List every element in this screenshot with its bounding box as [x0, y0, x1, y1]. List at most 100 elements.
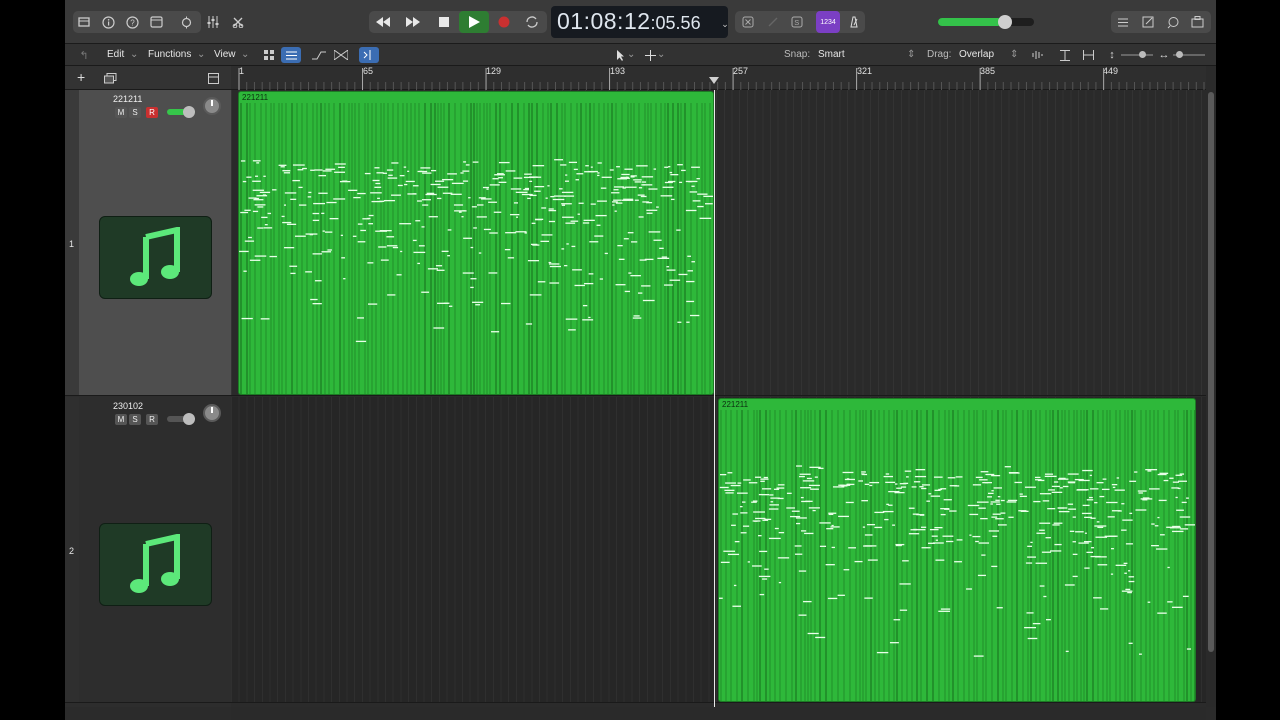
solo-button[interactable]: S	[129, 414, 141, 425]
list-view-icon[interactable]	[281, 47, 301, 63]
info-icon[interactable]	[97, 11, 119, 33]
waveform-zoom-icon[interactable]	[1029, 47, 1047, 63]
horizontal-zoom-icon[interactable]	[1079, 47, 1097, 63]
back-arrow-icon[interactable]: ↰	[75, 47, 93, 63]
midi-region[interactable]: 221211	[718, 398, 1196, 702]
horizontal-zoom-knob[interactable]	[1176, 51, 1183, 58]
tuner-icon[interactable]	[737, 11, 759, 33]
cycle-icon[interactable]	[518, 11, 546, 33]
midi-region[interactable]: 221211	[238, 91, 714, 395]
midi-note	[386, 169, 394, 171]
lcd-menu-chevron-icon[interactable]: ⌄	[720, 13, 730, 35]
snap-select[interactable]: Smart	[818, 49, 845, 60]
rewind-icon[interactable]	[369, 11, 397, 33]
track-number: 2	[69, 546, 75, 556]
duplicate-track-icon[interactable]	[104, 71, 118, 84]
midi-note	[529, 180, 533, 183]
smart-controls-icon[interactable]	[175, 11, 197, 33]
track-name[interactable]: 230102	[113, 401, 143, 411]
view-menu[interactable]: View	[214, 49, 236, 60]
mute-button[interactable]: M	[115, 107, 127, 118]
toolbar-icon[interactable]	[145, 11, 167, 33]
tracks-area[interactable]: 221211 221211	[231, 90, 1206, 707]
midi-note	[515, 231, 527, 233]
midi-note	[435, 265, 443, 267]
browsers-icon[interactable]	[1186, 11, 1208, 33]
track-name[interactable]: 221211	[113, 94, 142, 104]
volume-knob[interactable]	[183, 413, 195, 425]
midi-note	[1019, 495, 1027, 497]
midi-note	[612, 204, 615, 206]
functions-menu[interactable]: Functions	[148, 49, 191, 60]
volume-slider[interactable]	[167, 413, 195, 425]
record-icon[interactable]	[490, 11, 518, 33]
replace-icon[interactable]: S	[786, 11, 808, 33]
music-note-icon[interactable]	[99, 523, 212, 606]
count-in-button[interactable]: 1234	[816, 11, 840, 33]
track-header[interactable]: 2 230102 M S R	[65, 397, 231, 703]
edit-menu[interactable]: Edit	[107, 49, 124, 60]
solo-button[interactable]: S	[129, 107, 141, 118]
vertical-zoom-icon[interactable]	[1056, 47, 1074, 63]
add-track-icon[interactable]: +	[77, 70, 91, 84]
record-enable-button[interactable]: R	[146, 107, 158, 118]
automation-icon[interactable]	[310, 47, 328, 63]
master-volume-knob[interactable]	[998, 15, 1012, 29]
track-height-knob[interactable]	[1139, 51, 1146, 58]
record-enable-button[interactable]: R	[146, 414, 158, 425]
vertical-scrollbar[interactable]	[1206, 90, 1216, 707]
midi-note	[806, 477, 812, 480]
list-editors-icon[interactable]	[1112, 11, 1134, 33]
horizontal-zoom-slider[interactable]	[1173, 51, 1205, 58]
note-pad-icon[interactable]	[1137, 11, 1159, 33]
midi-note	[997, 524, 1007, 526]
midi-note	[597, 174, 600, 177]
mixer-icon[interactable]	[202, 11, 224, 33]
playhead-marker[interactable]	[709, 77, 719, 84]
music-note-icon[interactable]	[99, 216, 212, 299]
volume-knob[interactable]	[183, 106, 195, 118]
midi-note	[900, 486, 907, 488]
play-icon[interactable]	[459, 11, 489, 33]
midi-note	[428, 216, 438, 218]
metronome-icon[interactable]	[843, 11, 865, 33]
bar-ruler[interactable]: 1 65 129 193 257 321 385 449	[231, 66, 1206, 90]
track-header[interactable]: 1 221211 M S R	[65, 90, 231, 396]
track-height-icon[interactable]: ↕	[1103, 47, 1121, 63]
midi-note	[1154, 525, 1159, 527]
midi-note	[786, 507, 796, 509]
autopunch-icon[interactable]	[762, 11, 784, 33]
midi-note	[1121, 529, 1127, 531]
midi-note	[997, 496, 1001, 498]
drag-select[interactable]: Overlap	[959, 49, 994, 60]
midi-note	[991, 516, 998, 518]
editors-icon[interactable]	[227, 11, 249, 33]
midi-note	[993, 487, 1003, 489]
midi-note	[290, 198, 297, 200]
snap-label: Snap:	[784, 49, 811, 60]
zoom-width-icon[interactable]: ↔	[1155, 47, 1173, 63]
vertical-scroll-thumb[interactable]	[1208, 92, 1214, 652]
grid-view-icon[interactable]	[260, 47, 278, 63]
pan-knob[interactable]	[203, 404, 221, 422]
mute-button[interactable]: M	[115, 414, 127, 425]
track-height-slider[interactable]	[1121, 51, 1153, 58]
midi-note	[904, 470, 912, 472]
midi-note	[343, 278, 346, 280]
volume-slider[interactable]	[167, 106, 195, 118]
flex-icon[interactable]	[332, 47, 350, 63]
fast-forward-icon[interactable]	[399, 11, 427, 33]
global-tracks-icon[interactable]	[208, 71, 220, 84]
playhead[interactable]	[714, 90, 715, 707]
master-volume-slider[interactable]	[938, 15, 1034, 29]
catch-playhead-icon[interactable]	[359, 47, 379, 63]
midi-note	[634, 199, 639, 201]
loop-browser-icon[interactable]	[1162, 11, 1184, 33]
library-icon[interactable]	[73, 11, 95, 33]
midi-note	[451, 182, 464, 185]
pan-knob[interactable]	[203, 97, 221, 115]
help-icon[interactable]: ?	[121, 11, 143, 33]
horizontal-scrollbar[interactable]	[231, 707, 1206, 720]
stop-icon[interactable]	[430, 11, 458, 33]
lcd-display[interactable]: 01:08:12 :05.56	[551, 6, 728, 38]
